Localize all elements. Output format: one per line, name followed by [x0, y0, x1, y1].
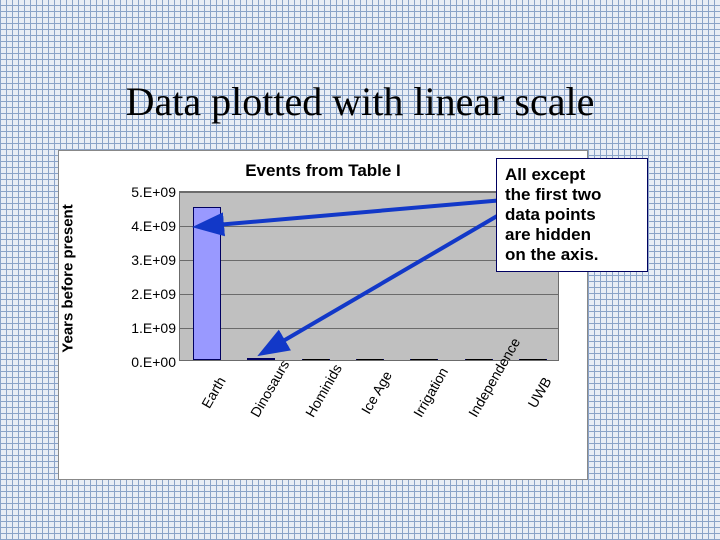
annotation-box: All except the first two data points are…	[496, 158, 648, 272]
bar	[519, 359, 547, 360]
gridline	[180, 294, 558, 295]
x-tick-label: Hominids	[302, 365, 343, 420]
y-tick-label: 4.E+09	[131, 218, 176, 234]
slide: Data plotted with linear scale Events fr…	[0, 0, 720, 540]
y-tick-label: 0.E+00	[131, 354, 176, 370]
annotation-line: data points	[505, 205, 639, 225]
y-tick-label: 3.E+09	[131, 252, 176, 268]
gridline	[180, 328, 558, 329]
x-tick-label: Dinosaurs	[247, 365, 288, 420]
x-tick-label: Irrigation	[410, 365, 451, 420]
annotation-line: are hidden	[505, 225, 639, 245]
annotation-line: on the axis.	[505, 245, 639, 265]
page-title: Data plotted with linear scale	[0, 78, 720, 125]
bar	[410, 359, 438, 360]
y-tick-label: 5.E+09	[131, 184, 176, 200]
y-tick-label: 2.E+09	[131, 286, 176, 302]
y-tick-label: 1.E+09	[131, 320, 176, 336]
annotation-line: the first two	[505, 185, 639, 205]
y-axis-label-text: Years before present	[60, 204, 77, 352]
x-tick-label: Earth	[193, 365, 234, 420]
bar	[465, 359, 493, 360]
bar	[193, 207, 221, 360]
y-axis-label: Years before present	[57, 187, 79, 369]
annotation-line: All except	[505, 165, 639, 185]
x-tick-label: Independence	[465, 365, 506, 420]
x-tick-label: Ice Age	[356, 365, 397, 420]
bar	[356, 359, 384, 360]
bar	[302, 359, 330, 360]
bar	[247, 358, 275, 360]
x-tick-label: UWB	[519, 365, 560, 420]
